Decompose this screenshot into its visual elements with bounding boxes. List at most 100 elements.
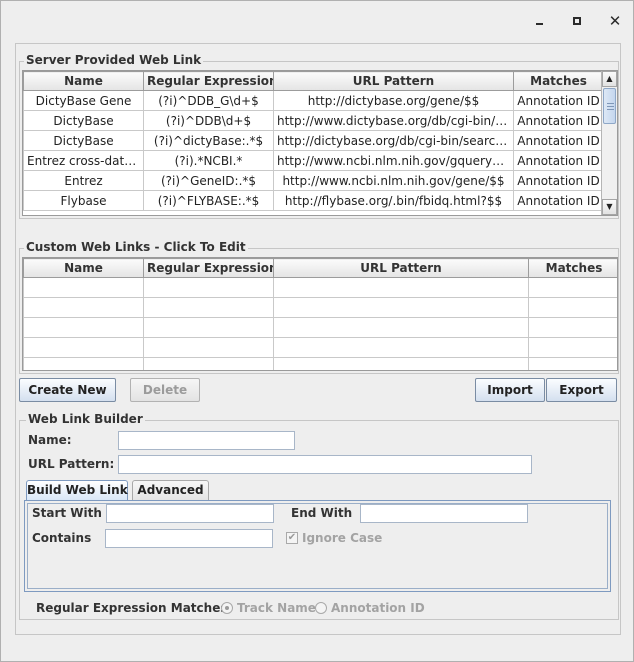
tab-advanced[interactable]: Advanced [132,480,209,500]
url-pattern-label: URL Pattern: [28,457,115,471]
matches-cell[interactable]: Annotation ID [513,90,604,111]
server-links-scrollbar[interactable]: ▲ ▼ [601,71,617,215]
maximize-icon[interactable] [568,12,586,30]
table-row[interactable]: Entrez cross-datab... (?i).*NCBI.* http://… [23,150,604,171]
table-row[interactable] [23,357,617,370]
ignore-case-checkbox[interactable]: ✔ [286,532,298,544]
regex-cell[interactable]: (?i).*NCBI.* [143,150,274,171]
column-header-url-pattern[interactable]: URL Pattern [273,258,529,278]
table-row[interactable]: Entrez (?i)^GeneID:.*$ http://www.ncbi.nlm… [23,170,604,191]
name-cell[interactable] [23,357,144,370]
url-pattern-cell[interactable]: http://dictybase.org/gene/$$ [273,90,514,111]
name-cell[interactable]: Entrez cross-datab... [23,150,144,171]
regex-cell[interactable] [143,297,274,318]
table-row[interactable]: DictyBase (?i)^dictyBase:.*$ http://dictyb… [23,130,604,151]
matches-cell[interactable]: Annotation ID [513,130,604,151]
name-cell[interactable] [23,337,144,358]
minimize-icon[interactable] [530,12,548,30]
web-link-dialog: ✕ Server Provided Web Link Name Regular … [0,0,634,662]
url-pattern-cell[interactable] [273,337,529,358]
matches-cell[interactable]: Annotation ID [513,190,604,211]
server-links-table[interactable]: Name Regular Expression URL Pattern Matc… [22,70,618,216]
name-cell[interactable] [23,277,144,298]
url-pattern-cell[interactable] [273,297,529,318]
table-row[interactable] [23,337,617,358]
scroll-down-icon[interactable]: ▼ [602,199,617,215]
url-pattern-cell[interactable]: http://www.ncbi.nlm.nih.gov/gene/$$ [273,170,514,191]
matches-cell[interactable]: Annotation ID [513,170,604,191]
url-pattern-cell[interactable] [273,357,529,370]
custom-links-table[interactable]: Name Regular Expression URL Pattern Matc… [22,257,618,371]
regex-cell[interactable] [143,277,274,298]
matches-cell[interactable] [528,337,617,358]
server-links-group: Server Provided Web Link Name Regular Ex… [19,53,619,219]
create-new-button[interactable]: Create New [19,378,116,402]
scroll-up-icon[interactable]: ▲ [602,71,617,87]
close-icon[interactable]: ✕ [606,12,624,30]
custom-links-group: Custom Web Links - Click To Edit Name Re… [19,240,619,374]
scroll-thumb[interactable] [603,88,616,124]
web-link-builder-group: Web Link Builder Name: URL Pattern: Buil… [19,412,619,620]
start-with-input[interactable] [106,504,274,523]
name-cell[interactable]: DictyBase [23,110,144,131]
regex-cell[interactable]: (?i)^GeneID:.*$ [143,170,274,191]
import-button[interactable]: Import [475,378,545,402]
url-pattern-cell[interactable]: http://dictybase.org/db/cgi-bin/search/s… [273,130,514,151]
column-header-regex[interactable]: Regular Expression [143,71,274,91]
url-pattern-cell[interactable]: http://www.ncbi.nlm.nih.gov/gquery?term=… [273,150,514,171]
annotation-id-radio[interactable] [315,602,327,614]
regex-cell[interactable] [143,337,274,358]
name-cell[interactable] [23,297,144,318]
track-name-label: Track Name [237,601,316,615]
column-header-url-pattern[interactable]: URL Pattern [273,71,514,91]
url-pattern-cell[interactable] [273,317,529,338]
tab-build-web-link[interactable]: Build Web Link [26,480,128,500]
server-links-header: Name Regular Expression URL Pattern Matc… [23,71,604,91]
regex-cell[interactable]: (?i)^DDB_G\d+$ [143,90,274,111]
table-row[interactable]: Flybase (?i)^FLYBASE:.*$ http://flybase.or… [23,190,604,211]
column-header-matches[interactable]: Matches [528,258,617,278]
regex-cell[interactable]: (?i)^DDB\d+$ [143,110,274,131]
table-row[interactable]: DictyBase Gene (?i)^DDB_G\d+$ http://dicty… [23,90,604,111]
matches-cell[interactable]: Annotation ID [513,110,604,131]
annotation-id-label: Annotation ID [331,601,425,615]
end-with-label: End With [291,506,353,520]
matches-cell[interactable] [528,357,617,370]
regex-matches-label: Regular Expression Matches: [36,601,233,615]
matches-cell[interactable] [528,297,617,318]
regex-cell[interactable]: (?i)^FLYBASE:.*$ [143,190,274,211]
regex-cell[interactable] [143,317,274,338]
column-header-regex[interactable]: Regular Expression [143,258,274,278]
contains-input[interactable] [105,529,273,548]
matches-cell[interactable] [528,277,617,298]
name-cell[interactable]: DictyBase Gene [23,90,144,111]
name-input[interactable] [118,431,295,450]
regex-cell[interactable]: (?i)^dictyBase:.*$ [143,130,274,151]
url-pattern-cell[interactable]: http://www.dictybase.org/db/cgi-bin/sear… [273,110,514,131]
server-links-title: Server Provided Web Link [24,53,204,67]
track-name-radio[interactable] [221,602,233,614]
custom-links-header: Name Regular Expression URL Pattern Matc… [23,258,617,278]
url-pattern-input[interactable] [118,455,532,474]
matches-cell[interactable] [528,317,617,338]
name-cell[interactable] [23,317,144,338]
table-row[interactable] [23,317,617,338]
column-header-name[interactable]: Name [23,71,144,91]
delete-button[interactable]: Delete [130,378,200,402]
table-row[interactable]: DictyBase (?i)^DDB\d+$ http://www.dictybas… [23,110,604,131]
custom-links-title: Custom Web Links - Click To Edit [24,240,248,254]
end-with-input[interactable] [360,504,528,523]
export-button[interactable]: Export [546,378,617,402]
url-pattern-cell[interactable] [273,277,529,298]
url-pattern-cell[interactable]: http://flybase.org/.bin/fbidq.html?$$ [273,190,514,211]
name-cell[interactable]: Flybase [23,190,144,211]
column-header-matches[interactable]: Matches [513,71,604,91]
regex-cell[interactable] [143,357,274,370]
table-row[interactable] [23,297,617,318]
table-row[interactable] [23,277,617,298]
matches-cell[interactable]: Annotation ID [513,150,604,171]
name-cell[interactable]: Entrez [23,170,144,191]
name-cell[interactable]: DictyBase [23,130,144,151]
column-header-name[interactable]: Name [23,258,144,278]
main-panel: Server Provided Web Link Name Regular Ex… [15,43,621,635]
